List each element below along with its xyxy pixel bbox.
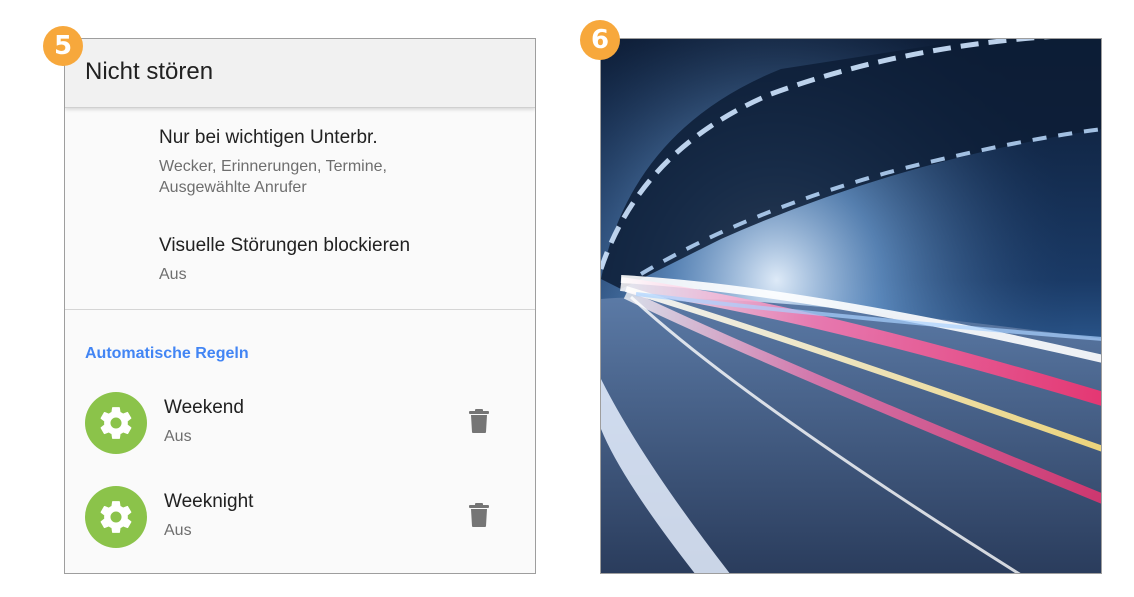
do-not-disturb-screen: Nicht stören Nur bei wichtigen Unterbr. … — [64, 38, 536, 574]
trash-icon[interactable] — [469, 409, 489, 433]
setting-primary-label: Visuelle Störungen blockieren — [159, 235, 411, 256]
rule-name: Weekend — [164, 397, 244, 418]
setting-block-visual-disturbances[interactable]: Visuelle Störungen blockieren Aus — [159, 234, 515, 285]
trash-icon[interactable] — [469, 503, 489, 527]
page-title: Nicht stören — [85, 58, 214, 85]
rule-state: Aus — [164, 522, 192, 539]
rule-item-weeknight[interactable]: Weeknight Aus — [65, 481, 535, 561]
gear-icon — [85, 392, 147, 454]
step-badge-6: 6 — [580, 20, 620, 60]
rule-item-weekend[interactable]: Weekend Aus — [65, 387, 535, 467]
setting-priority-only[interactable]: Nur bei wichtigen Unterbr. Wecker, Erinn… — [159, 126, 515, 198]
setting-secondary-label: Wecker, Erinnerungen, Termine, Ausgewähl… — [159, 158, 387, 196]
setting-secondary-label: Aus — [159, 266, 187, 283]
section-divider — [65, 309, 535, 310]
tunnel-light-trails-photo — [600, 38, 1102, 574]
section-header-automatic-rules: Automatische Regeln — [85, 345, 249, 362]
rule-name: Weeknight — [164, 491, 254, 512]
step-badge-5: 5 — [43, 26, 83, 66]
tunnel-image — [601, 39, 1101, 573]
app-bar: Nicht stören — [65, 39, 535, 108]
setting-primary-label: Nur bei wichtigen Unterbr. — [159, 127, 378, 148]
gear-icon — [85, 486, 147, 548]
rule-state: Aus — [164, 428, 192, 445]
